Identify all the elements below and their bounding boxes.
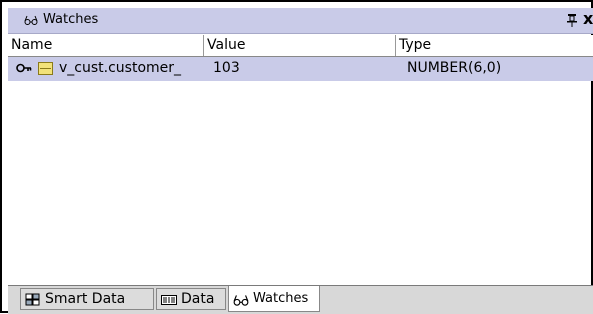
row-name-cell: v_cust.customer_ [59,60,182,76]
column-name-header[interactable]: Name [8,35,204,56]
tab-smart-data[interactable]: Smart Data [20,288,154,310]
column-header: Name Value Type [8,35,593,57]
tab-bar: Smart Data Data Watches [8,285,593,314]
column-type-header[interactable]: Type [396,35,593,56]
tab-smart-data-label: Smart Data [45,291,126,307]
glasses-icon [233,295,249,306]
variable-icon [38,62,53,75]
panel-titlebar: Watches x [8,8,593,34]
tab-watches[interactable]: Watches [228,286,320,312]
tab-data-label: Data [181,291,215,307]
smart-data-icon [25,293,40,306]
column-value-header[interactable]: Value [204,35,396,56]
glasses-icon [24,15,38,25]
panel-title: Watches [43,12,99,27]
tab-data[interactable]: Data [156,288,226,310]
row-type-cell: NUMBER(6,0) [407,60,502,76]
table-row[interactable]: v_cust.customer_ 103 NUMBER(6,0) [8,57,593,81]
data-icon [161,295,177,305]
key-expand-icon[interactable] [16,63,32,73]
tab-watches-label: Watches [253,291,309,306]
pin-icon[interactable] [566,13,578,27]
row-value-cell: 103 [213,60,240,76]
close-icon[interactable]: x [583,10,593,28]
